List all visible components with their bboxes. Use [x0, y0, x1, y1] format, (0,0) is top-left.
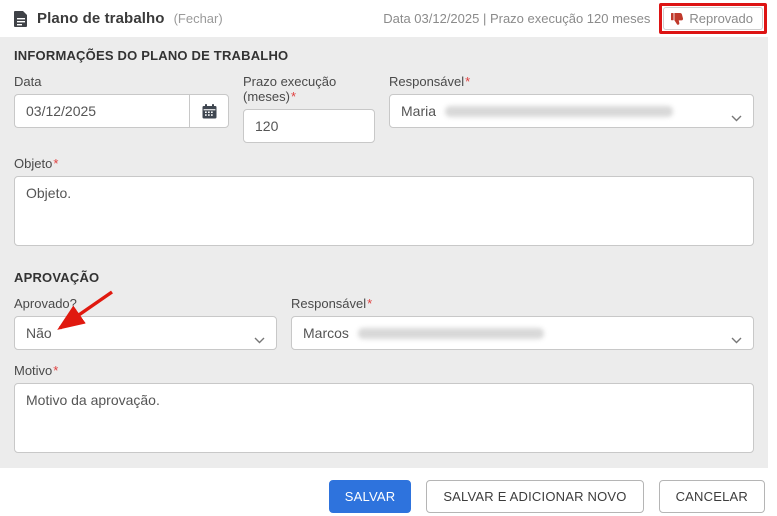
motivo-textarea[interactable]: Motivo da aprovação. [14, 383, 754, 453]
page-title: Plano de trabalho [37, 10, 165, 27]
form-panel: INFORMAÇÕES DO PLANO DE TRABALHO Data Pr… [0, 37, 768, 468]
header: Plano de trabalho (Fechar) Data 03/12/20… [0, 0, 777, 37]
thumbs-down-icon [671, 13, 684, 25]
required-mark: * [53, 156, 59, 171]
redacted-text [445, 105, 674, 117]
calendar-button[interactable] [189, 94, 229, 128]
motivo-label: Motivo* [14, 363, 59, 378]
aprovado-label: Aprovado? [14, 296, 77, 311]
field-responsavel-info: Responsável* Maria [389, 74, 754, 143]
calendar-icon [202, 103, 216, 118]
prazo-label: Prazo execução (meses)* [243, 74, 337, 104]
plano-de-trabalho-page: Plano de trabalho (Fechar) Data 03/12/20… [0, 0, 777, 516]
objeto-label: Objeto* [14, 156, 59, 171]
required-mark: * [465, 74, 471, 89]
save-and-add-new-button[interactable]: SALVAR E ADICIONAR NOVO [426, 480, 644, 513]
red-annotation-rectangle: Reprovado [659, 3, 767, 34]
chevron-down-icon [731, 109, 742, 127]
prazo-input[interactable] [243, 109, 375, 143]
close-link[interactable]: (Fechar) [174, 11, 223, 26]
section-title-informacoes: INFORMAÇÕES DO PLANO DE TRABALHO [14, 48, 289, 63]
field-data: Data [14, 74, 229, 143]
info-fields-row: Data Prazo execução (meses)* Responsável… [14, 74, 754, 143]
document-icon [14, 10, 28, 27]
footer-actions: SALVAR SALVAR E ADICIONAR NOVO CANCELAR [0, 468, 777, 513]
section-title-aprovacao: APROVAÇÃO [14, 270, 100, 285]
field-responsavel-aprovacao: Responsável* Marcos [291, 296, 754, 350]
field-aprovado: Aprovado? Não [14, 296, 277, 350]
date-input-group [14, 94, 229, 128]
objeto-textarea[interactable]: Objeto. [14, 176, 754, 246]
aprovado-select[interactable]: Não [14, 316, 277, 350]
status-badge: Reprovado [663, 7, 763, 30]
header-meta: Data 03/12/2025 | Prazo execução 120 mes… [383, 11, 651, 26]
redacted-text [357, 327, 544, 339]
responsavel-aprovacao-select[interactable]: Marcos [291, 316, 754, 350]
responsavel-info-select[interactable]: Maria [389, 94, 754, 128]
responsavel-aprovacao-label: Responsável* [291, 296, 373, 311]
cancel-button[interactable]: CANCELAR [658, 480, 765, 513]
responsavel-info-label: Responsável* [389, 74, 471, 89]
field-objeto: Objeto* Objeto. [14, 156, 754, 246]
required-mark: * [53, 363, 59, 378]
chevron-down-icon [254, 331, 265, 349]
aprovacao-fields-row: Aprovado? Não Responsável* Marcos [14, 296, 754, 350]
data-label: Data [14, 74, 42, 89]
required-mark: * [290, 89, 297, 104]
save-button[interactable]: SALVAR [328, 480, 412, 513]
status-badge-label: Reprovado [689, 11, 753, 26]
required-mark: * [367, 296, 373, 311]
field-prazo: Prazo execução (meses)* [243, 74, 375, 143]
date-input[interactable] [14, 94, 189, 128]
chevron-down-icon [731, 331, 742, 349]
field-motivo: Motivo* Motivo da aprovação. [14, 363, 754, 453]
